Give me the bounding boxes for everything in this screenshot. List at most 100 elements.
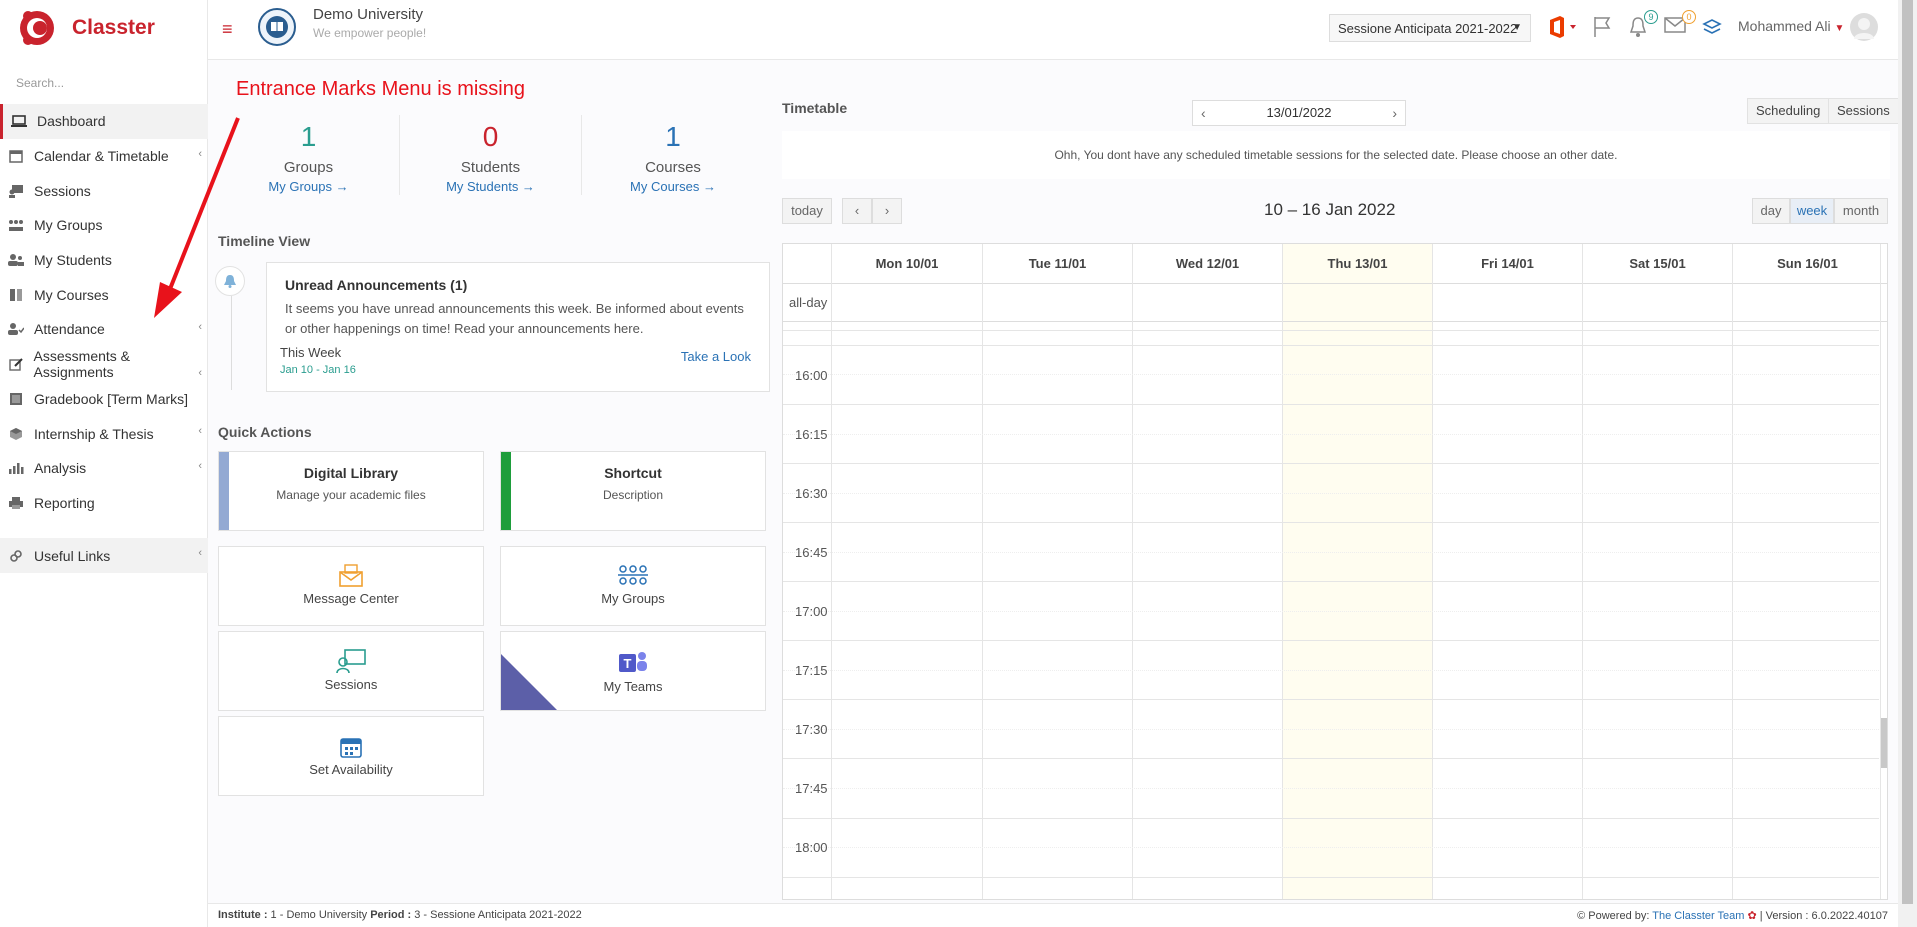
- week-view-button[interactable]: week: [1790, 198, 1834, 224]
- all-day-row: all-day: [783, 284, 1887, 322]
- time-row: [783, 493, 1879, 494]
- announcement-week: This Week: [280, 345, 342, 360]
- day-header: Mon 10/01: [831, 244, 982, 284]
- sidebar-item-label: Useful Links: [34, 547, 111, 564]
- tile-label: Sessions: [324, 677, 378, 692]
- chevron-left-icon: ‹: [198, 425, 202, 438]
- sidebar-item-reporting[interactable]: Reporting: [0, 486, 208, 521]
- link-icon: [8, 549, 24, 563]
- time-row: [783, 758, 1879, 759]
- office-icon[interactable]: [1548, 16, 1578, 41]
- time-row: [783, 847, 1879, 848]
- my-groups-tile[interactable]: My Groups: [500, 546, 766, 626]
- time-row: [783, 345, 1879, 346]
- calendar-icon: [8, 149, 24, 163]
- edit-icon: [8, 357, 24, 371]
- time-row: [783, 522, 1879, 523]
- sidebar-item-label: Analysis: [34, 460, 87, 477]
- sessions-tile[interactable]: Sessions: [218, 631, 484, 711]
- prev-date-icon[interactable]: ‹: [1201, 101, 1206, 125]
- prev-week-icon[interactable]: ‹: [842, 198, 872, 224]
- stat-courses: 1 Courses My Courses →: [582, 115, 764, 195]
- layers-icon[interactable]: [1702, 16, 1722, 41]
- day-header: Thu 13/01: [1282, 244, 1432, 284]
- classter-team-link[interactable]: The Classter Team: [1652, 910, 1744, 922]
- presentation-icon: [336, 649, 366, 674]
- time-label: 17:00: [795, 604, 828, 619]
- flag-icon[interactable]: [1592, 16, 1612, 41]
- digital-library-tile[interactable]: Digital Library Manage your academic fil…: [218, 451, 484, 531]
- my-courses-link[interactable]: My Courses →: [582, 179, 764, 194]
- time-row: [783, 434, 1879, 435]
- my-students-link[interactable]: My Students →: [400, 179, 581, 194]
- sidebar-item-useful-links[interactable]: Useful Links ‹: [0, 538, 208, 573]
- brand[interactable]: Classter: [18, 8, 155, 48]
- footer-period-value: 3 - Sessione Anticipata 2021-2022: [411, 909, 582, 921]
- day-column: [982, 244, 983, 899]
- sessions-button[interactable]: Sessions: [1828, 98, 1899, 124]
- footer-institute-label: Institute :: [218, 909, 268, 921]
- announcement-dates: Jan 10 - Jan 16: [280, 364, 356, 376]
- menu-toggle-icon[interactable]: ≡: [222, 19, 233, 40]
- page-scrollbar[interactable]: [1898, 0, 1917, 927]
- footer-powered: © Powered by: The Classter Team ✿ | Vers…: [1577, 909, 1888, 922]
- message-center-tile[interactable]: Message Center: [218, 546, 484, 626]
- user-check-icon: [8, 322, 24, 336]
- sidebar-item-label: My Courses: [34, 286, 109, 303]
- footer-institute-value: 1 - Demo University: [267, 909, 371, 921]
- sidebar-item-label: Sessions: [34, 182, 91, 199]
- time-row: [783, 640, 1879, 641]
- timetable-notice: Ohh, You dont have any scheduled timetab…: [782, 131, 1890, 179]
- stat-label: Students: [460, 159, 521, 176]
- sidebar-item-analysis[interactable]: Analysis ‹: [0, 451, 208, 486]
- sidebar-item-label: Gradebook [Term Marks]: [34, 390, 189, 407]
- set-availability-tile[interactable]: Set Availability: [218, 716, 484, 796]
- stat-label: Courses: [645, 159, 701, 176]
- today-button[interactable]: today: [782, 198, 832, 224]
- timeline-title: Timeline View: [218, 233, 311, 249]
- time-label: 17:15: [795, 663, 828, 678]
- bell-icon: [215, 266, 245, 296]
- sidebar-item-internship-thesis[interactable]: Internship & Thesis ‹: [0, 416, 208, 451]
- shortcut-tile[interactable]: Shortcut Description: [500, 451, 766, 531]
- sidebar-item-assessments-assignments[interactable]: Assessments & Assignments ‹: [0, 347, 208, 382]
- timetable-date-picker[interactable]: ‹ 13/01/2022 ›: [1192, 100, 1406, 126]
- university-logo: [258, 8, 296, 46]
- time-row: [783, 404, 1879, 405]
- sidebar-item-label: Attendance: [34, 321, 105, 338]
- stat-value: 1: [665, 121, 681, 152]
- page-scrollbar-thumb[interactable]: [1902, 0, 1913, 904]
- mail-icon[interactable]: 0: [1664, 10, 1696, 37]
- next-date-icon[interactable]: ›: [1392, 101, 1397, 125]
- search-input[interactable]: Search...: [16, 76, 64, 90]
- month-view-button[interactable]: month: [1834, 198, 1888, 224]
- sidebar-item-label: Dashboard: [37, 113, 106, 130]
- my-teams-tile[interactable]: T My Teams: [500, 631, 766, 711]
- chevron-left-icon: ‹: [198, 366, 202, 379]
- my-groups-link[interactable]: My Groups →: [218, 179, 399, 194]
- chevron-left-icon: ‹: [198, 459, 202, 472]
- stat-label: Groups: [283, 159, 334, 176]
- caret-down-icon: ▼: [1512, 22, 1522, 33]
- notifications-bell-icon[interactable]: 9: [1628, 10, 1658, 41]
- session-select[interactable]: Sessione Anticipata 2021-2022 ▼: [1329, 14, 1531, 42]
- sidebar-item-gradebook[interactable]: Gradebook [Term Marks]: [0, 382, 208, 417]
- calendar-scrollbar[interactable]: [1881, 718, 1887, 768]
- time-row: [783, 611, 1879, 612]
- tile-label: My Groups: [601, 591, 665, 606]
- groups-icon: [8, 218, 24, 232]
- classter-logo-icon: [20, 11, 54, 45]
- stats-row: 1 Groups My Groups → 0 Students My Stude…: [218, 115, 764, 195]
- time-row: [783, 729, 1879, 730]
- take-a-look-link[interactable]: Take a Look: [681, 349, 751, 364]
- time-row: [783, 581, 1879, 582]
- avatar[interactable]: [1850, 13, 1878, 41]
- calendar-header: Mon 10/01 Tue 11/01 Wed 12/01 Thu 13/01 …: [783, 244, 1887, 284]
- time-label: 16:00: [795, 368, 828, 383]
- scheduling-button[interactable]: Scheduling: [1747, 98, 1830, 124]
- chevron-left-icon: ‹: [198, 321, 202, 334]
- sidebar-item-label: My Students: [34, 252, 112, 269]
- user-name[interactable]: Mohammed Ali ▼: [1738, 18, 1844, 34]
- next-week-icon[interactable]: ›: [872, 198, 902, 224]
- day-view-button[interactable]: day: [1752, 198, 1790, 224]
